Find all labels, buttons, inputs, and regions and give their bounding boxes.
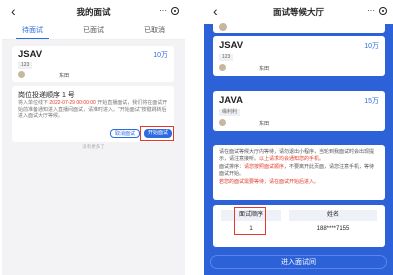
page-title: 我的面试 xyxy=(76,7,111,17)
company-avatar xyxy=(18,71,25,78)
job-salary: 10万 xyxy=(364,43,379,50)
rule-text-red: 以上请求均会通知您的手机。 xyxy=(259,155,325,162)
job-title: JSAV xyxy=(18,49,43,60)
more-icon[interactable]: ··· xyxy=(159,7,167,15)
table-header-name: 姓名 xyxy=(289,210,377,221)
waiting-hall-screen: ‹ 面试等候大厅 ··· JSAV 10万 123 东田 JAVA 15万 缘利… xyxy=(204,0,393,275)
tab-pending[interactable]: 待面试 xyxy=(2,24,63,39)
job-card[interactable]: JAVA 15万 缘利利 东田 xyxy=(213,91,385,131)
previous-card-tail xyxy=(213,22,385,33)
job-salary: 15万 xyxy=(364,98,379,105)
rule-text-red: 若您的面试需要等待，请在面试开始后进入。 xyxy=(219,179,320,185)
screenshot-stage: ‹ 我的面试 ··· 待面试 已面试 已取消 JSAV 10万 123 东田 岗… xyxy=(0,0,393,275)
job-tag: 123 xyxy=(18,62,33,69)
company-avatar xyxy=(219,64,226,71)
job-tag: 缘利利 xyxy=(219,109,241,116)
highlight-box xyxy=(140,126,174,141)
rule-text-red: 请您按照面试顺序 xyxy=(244,164,285,170)
close-target-icon[interactable] xyxy=(379,7,387,15)
notice-part1: 将入单位线下 xyxy=(18,100,50,106)
back-arrow-icon[interactable]: ‹ xyxy=(213,4,218,18)
more-icon[interactable]: ··· xyxy=(367,7,375,15)
queue-card: 岗位投递顺序 1 号 将入单位线下 2022-07-29 00:00:00 开始… xyxy=(12,86,174,142)
rule-paragraph: 若您的面试需要等待，请在面试开始后进入。 xyxy=(219,179,379,186)
queue-notice: 将入单位线下 2022-07-29 00:00:00 开始直播面试，我们将在面试… xyxy=(18,100,168,120)
queue-heading: 岗位投递顺序 1 号 xyxy=(18,92,75,99)
company-name: 东田 xyxy=(259,66,270,72)
mini-program-capsule[interactable]: ··· xyxy=(159,7,179,15)
company-avatar xyxy=(219,23,227,31)
top-nav-bar: ‹ 我的面试 ··· xyxy=(2,0,185,24)
job-card[interactable]: JSAV 10万 123 东田 xyxy=(12,46,174,82)
rule-text: 面试排序： xyxy=(219,164,245,170)
table-cell-name: 188****7155 xyxy=(316,226,350,232)
status-tabs: 待面试 已面试 已取消 xyxy=(2,24,185,40)
rule-paragraph: 面试排序：请您按照面试顺序，不要离开此页面，请您注意手机，等待面试开始。 xyxy=(219,164,379,177)
top-nav-bar: ‹ 面试等候大厅 ··· xyxy=(204,0,393,24)
highlight-box xyxy=(234,207,266,235)
enter-interview-room-button[interactable]: 进入面试间 xyxy=(210,255,387,269)
tab-done[interactable]: 已面试 xyxy=(63,24,124,39)
notice-part2: 开始直播面试，我们 xyxy=(95,100,143,106)
company-avatar xyxy=(219,119,226,126)
my-interviews-screen: ‹ 我的面试 ··· 待面试 已面试 已取消 JSAV 10万 123 东田 岗… xyxy=(2,0,185,275)
queue-table: 面试顺序 姓名 1 188****7155 xyxy=(213,205,385,247)
tab-cancelled[interactable]: 已取消 xyxy=(124,24,185,39)
job-tag: 123 xyxy=(219,54,234,61)
notice-time: 2022-07-29 00:00:00 xyxy=(49,100,96,106)
no-more-text: 没有更多了 xyxy=(82,144,105,149)
cancel-interview-button[interactable]: 取消面试 xyxy=(110,129,141,138)
mini-program-capsule[interactable]: ··· xyxy=(367,7,387,15)
company-name: 东田 xyxy=(59,73,70,79)
job-title: JAVA xyxy=(219,95,243,106)
rule-paragraph: 请在面试等候大厅内等待，请勿退出小程序，当轮到我面试时会出现提示，请注意接听。以… xyxy=(219,149,379,162)
waiting-rules: 请在面试等候大厅内等待，请勿退出小程序，当轮到我面试时会出现提示，请注意接听。以… xyxy=(213,145,385,200)
job-salary: 10万 xyxy=(153,52,168,59)
company-name: 东田 xyxy=(259,121,270,127)
page-title: 面试等候大厅 xyxy=(272,7,324,17)
back-arrow-icon[interactable]: ‹ xyxy=(11,4,16,18)
job-card[interactable]: JSAV 10万 123 东田 xyxy=(213,36,385,76)
job-title: JSAV xyxy=(219,40,244,51)
close-target-icon[interactable] xyxy=(171,7,179,15)
